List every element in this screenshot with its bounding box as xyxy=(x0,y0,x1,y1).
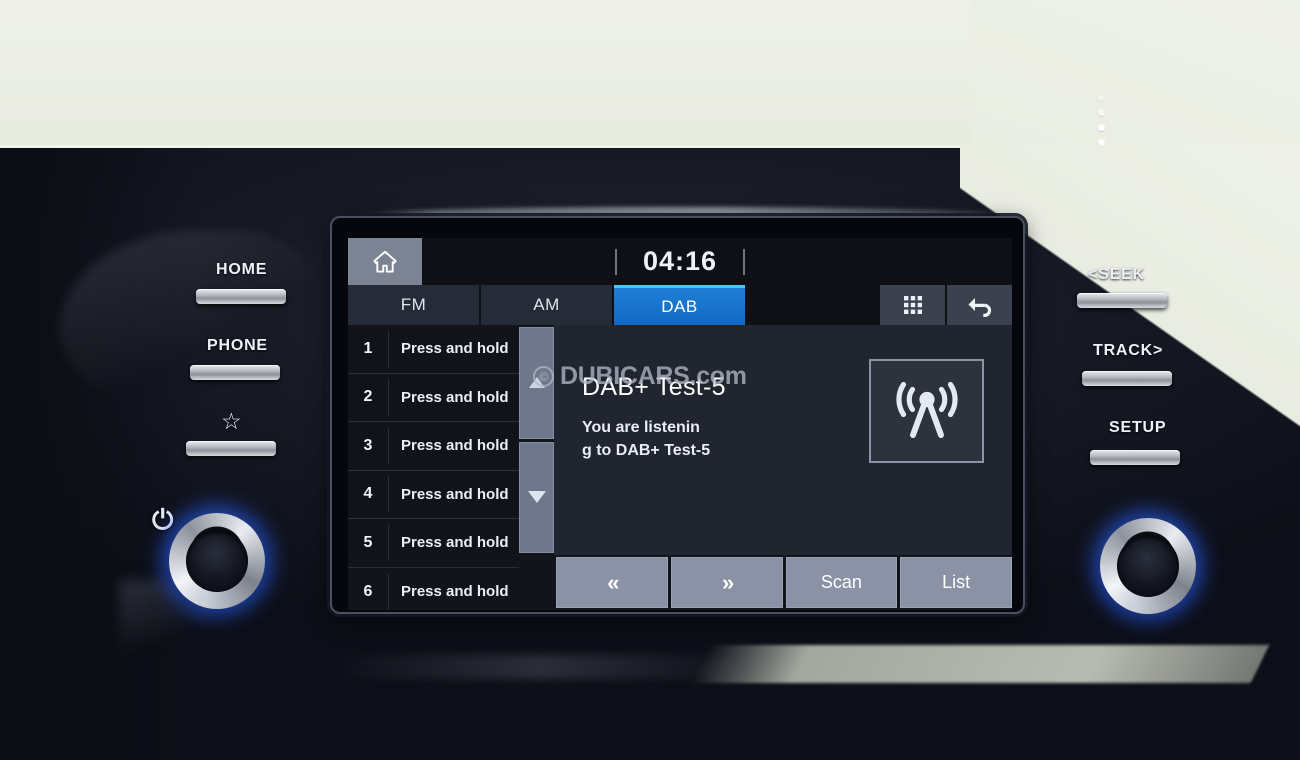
preset-row-4[interactable]: 4 Press and hold xyxy=(348,471,519,519)
tab-fm[interactable]: FM xyxy=(348,285,479,325)
chevron-down-icon xyxy=(527,491,546,504)
tab-dab[interactable]: DAB xyxy=(614,285,745,325)
preset-label: Press and hold xyxy=(401,437,509,455)
broadcast-tower-icon xyxy=(895,381,958,438)
transport-bar: « » Scan List xyxy=(348,555,1012,608)
favorite-hard-button[interactable] xyxy=(186,441,276,456)
preset-number: 1 xyxy=(363,339,373,357)
back-arrow-icon xyxy=(968,298,991,317)
now-playing-panel: DAB+ Test-5 You are listenin g to DAB+ T… xyxy=(554,325,1012,555)
scroll-up-button[interactable] xyxy=(519,327,554,439)
setup-hard-button[interactable] xyxy=(1090,450,1180,465)
clock-divider-left xyxy=(614,248,617,275)
power-volume-knob[interactable] xyxy=(169,513,265,609)
preset-list: 1 Press and hold 2 Press and hold 3 Pres… xyxy=(348,325,519,610)
preset-number: 4 xyxy=(363,485,373,503)
phone-hard-button[interactable] xyxy=(190,365,280,380)
preset-number: 3 xyxy=(363,436,373,454)
home-hard-button[interactable] xyxy=(196,289,286,304)
preset-number: 5 xyxy=(363,533,373,551)
scan-button[interactable]: Scan xyxy=(785,557,898,608)
prev-button[interactable]: « xyxy=(556,557,668,608)
seek-back-hard-button-label: <SEEK xyxy=(1088,266,1145,283)
preset-number: 2 xyxy=(363,388,373,406)
next-button[interactable]: » xyxy=(670,557,783,608)
chevron-up-icon xyxy=(528,377,545,389)
seek-back-hard-button[interactable] xyxy=(1077,293,1167,308)
scroll-down-button[interactable] xyxy=(519,441,554,553)
keypad-button[interactable] xyxy=(880,285,945,325)
preset-row-2[interactable]: 2 Press and hold xyxy=(348,374,519,422)
home-hard-button-label: HOME xyxy=(216,261,268,278)
list-button-label: List xyxy=(942,572,971,592)
preset-scrollbar[interactable] xyxy=(519,325,554,555)
track-forward-hard-button-label: TRACK> xyxy=(1093,342,1164,359)
grid-keypad-icon xyxy=(903,296,922,314)
next-button-label: » xyxy=(722,569,734,595)
preset-label: Press and hold xyxy=(401,485,509,503)
preset-label: Press and hold xyxy=(401,340,509,358)
tune-knob[interactable] xyxy=(1100,518,1196,614)
setup-hard-button-label: SETUP xyxy=(1109,419,1167,436)
screen-top-bar: 04:16 xyxy=(348,238,1012,285)
back-button[interactable] xyxy=(947,285,1012,325)
clock-area: 04:16 xyxy=(348,238,1012,285)
dashboard-gloss-lower xyxy=(330,655,750,679)
scan-button-label: Scan xyxy=(820,572,862,592)
phone-hard-button-label: PHONE xyxy=(207,337,268,354)
tab-bar-spacer xyxy=(747,285,878,325)
source-tab-bar: FM AM DAB xyxy=(348,285,1012,325)
preset-label: Press and hold xyxy=(401,534,509,552)
star-icon: ☆ xyxy=(221,408,242,434)
transport-bar-spacer xyxy=(348,557,556,608)
clock-divider-right xyxy=(743,248,746,275)
power-icon: ⏻ xyxy=(152,505,174,535)
dashboard-gloss-reflection xyxy=(690,645,1270,683)
prev-button-label: « xyxy=(607,569,619,595)
station-logo-box xyxy=(869,359,984,463)
preset-row-3[interactable]: 3 Press and hold xyxy=(348,422,519,471)
track-forward-hard-button[interactable] xyxy=(1082,371,1172,386)
list-button[interactable]: List xyxy=(900,557,1012,608)
preset-label: Press and hold xyxy=(401,388,509,406)
preset-row-1[interactable]: 1 Press and hold xyxy=(348,325,519,374)
tab-am[interactable]: AM xyxy=(481,285,612,325)
clock-display: 04:16 xyxy=(642,246,718,276)
screen-body: 1 Press and hold 2 Press and hold 3 Pres… xyxy=(348,325,1012,610)
infotainment-screen: 04:16 FM AM DAB 1 Press and hold 2 Press… xyxy=(348,238,1012,610)
